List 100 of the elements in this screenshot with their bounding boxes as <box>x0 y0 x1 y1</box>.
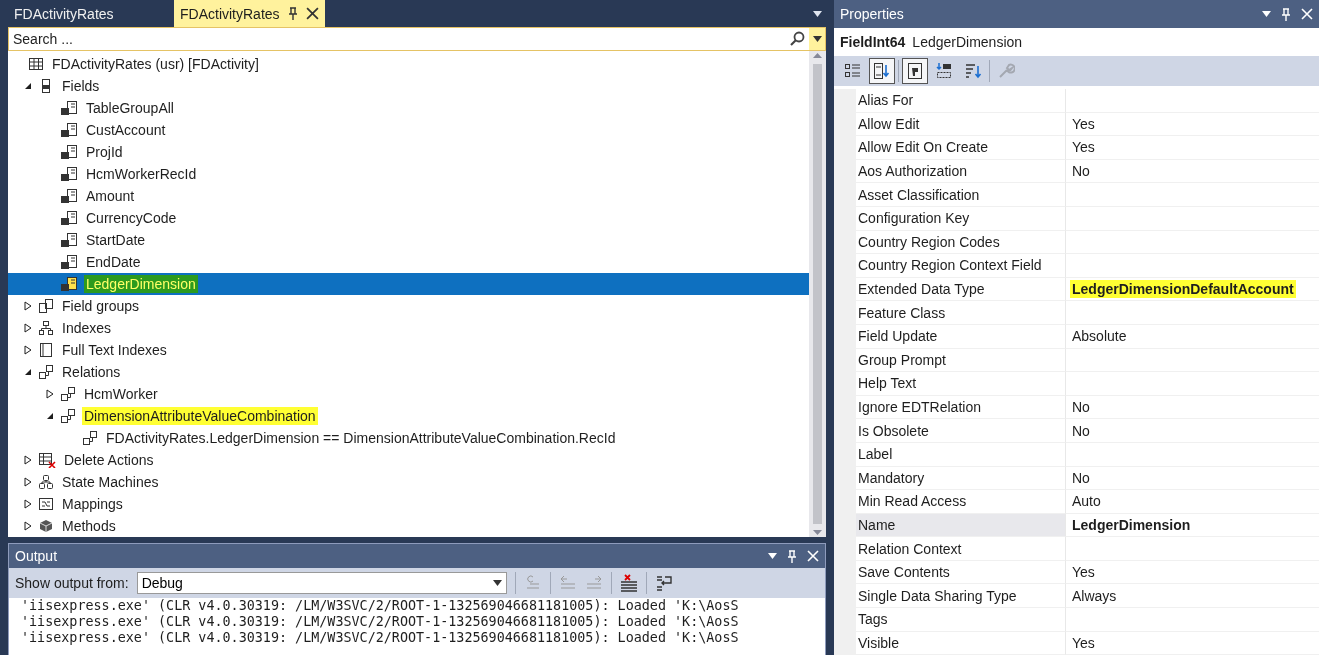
property-value[interactable]: Auto <box>1070 492 1103 511</box>
mapping-icon <box>38 496 54 512</box>
property-value[interactable]: Yes <box>1070 563 1097 582</box>
property-value[interactable]: No <box>1070 162 1092 181</box>
property-name[interactable]: Relation Context <box>856 537 1066 561</box>
property-name[interactable]: Alias For <box>856 89 1066 113</box>
collapsed-arrow-icon[interactable] <box>24 455 32 465</box>
close-icon[interactable] <box>305 7 319 20</box>
relation-icon <box>82 430 98 446</box>
expanded-arrow-icon[interactable] <box>24 368 32 376</box>
tree-item[interactable]: Methods <box>8 515 809 537</box>
expanded-arrow-icon[interactable] <box>46 412 54 420</box>
tree-item[interactable]: Amount <box>8 185 809 207</box>
property-value[interactable]: Absolute <box>1070 327 1129 346</box>
log-line: 'iisexpress.exe' (CLR v4.0.30319: /LM/W3SVC/2/ROOT-1-132569046681181005): Loaded 'K:\AosS <box>21 598 740 614</box>
collapsed-arrow-icon[interactable] <box>24 521 32 531</box>
object-name: LedgerDimension <box>912 34 1023 50</box>
collapsed-arrow-icon[interactable] <box>46 389 54 399</box>
property-name[interactable]: Name <box>856 513 1066 538</box>
tab-list-dropdown-icon[interactable] <box>813 10 822 17</box>
property-value[interactable]: Yes <box>1070 138 1097 157</box>
property-name[interactable]: Label <box>856 442 1066 467</box>
tree-item[interactable]: HcmWorker <box>8 383 809 405</box>
property-value[interactable]: No <box>1070 398 1092 416</box>
property-name[interactable]: Help Text <box>856 372 1066 396</box>
property-value[interactable]: LedgerDimensionDefaultAccount <box>1070 280 1296 299</box>
word-wrap-icon[interactable] <box>654 574 673 592</box>
field-icon <box>60 122 78 138</box>
tree-item[interactable]: FDActivityRates.LedgerDimension == DimensionAttributeValueCombination.RecId <box>8 427 809 449</box>
collapsed-arrow-icon[interactable] <box>24 345 32 355</box>
property-name[interactable]: Save Contents <box>856 560 1066 585</box>
tree-item[interactable]: CustAccount <box>8 119 809 141</box>
property-name[interactable]: Single Data Sharing Type <box>856 584 1066 609</box>
scroll-up-icon[interactable] <box>813 53 822 58</box>
property-name[interactable]: Country Region Codes <box>856 230 1066 255</box>
property-name[interactable]: Is Obsolete <box>856 419 1066 443</box>
property-value[interactable]: No <box>1070 421 1092 440</box>
hierarchy-icon <box>38 320 54 336</box>
scrollbar[interactable] <box>809 51 826 537</box>
property-value[interactable]: Always <box>1070 586 1119 605</box>
clear-all-icon[interactable] <box>619 574 638 592</box>
tree-item[interactable]: DimensionAttributeValueCombination <box>8 405 809 427</box>
property-name[interactable]: Mandatory <box>856 466 1066 491</box>
dropdown-icon[interactable] <box>1262 11 1271 17</box>
caret-icon[interactable] <box>492 580 502 586</box>
property-name[interactable]: Allow Edit On Create <box>856 136 1066 160</box>
tree-item[interactable]: Delete Actions <box>8 449 809 471</box>
property-name[interactable]: Configuration Key <box>856 206 1066 231</box>
panel-title: Output <box>15 548 58 564</box>
caret-icon[interactable] <box>812 36 822 42</box>
tree-item[interactable]: Full Text Indexes <box>8 339 809 361</box>
document-tab[interactable]: FDActivityRates <box>8 0 168 27</box>
tree-item[interactable]: State Machines <box>8 471 809 493</box>
tree-item[interactable]: Mappings <box>8 493 809 515</box>
property-value[interactable]: Yes <box>1070 633 1097 652</box>
property-name[interactable]: Min Read Access <box>856 490 1066 514</box>
tree-item[interactable]: TableGroupAll <box>8 97 809 119</box>
tree-item[interactable]: FDActivityRates (usr) [FDActivity] <box>8 53 809 75</box>
collapsed-arrow-icon[interactable] <box>24 477 32 487</box>
property-value[interactable]: Yes <box>1070 114 1097 133</box>
document-tab[interactable]: FDActivityRates <box>174 0 325 27</box>
tree-item[interactable]: CurrencyCode <box>8 207 809 229</box>
expanded-arrow-icon[interactable] <box>24 82 32 90</box>
tree-item[interactable]: Indexes <box>8 317 809 339</box>
tree-item[interactable]: Relations <box>8 361 809 383</box>
property-name[interactable]: Ignore EDTRelation <box>856 395 1066 420</box>
property-name[interactable]: Group Prompt <box>856 348 1066 373</box>
tree-item[interactable]: StartDate <box>8 229 809 251</box>
search-options-button[interactable] <box>809 28 825 50</box>
alphabetical-button[interactable] <box>869 58 895 84</box>
collapsed-arrow-icon[interactable] <box>24 301 32 311</box>
property-name[interactable]: Country Region Context Field <box>856 254 1066 278</box>
tree-item[interactable]: EndDate <box>8 251 809 273</box>
search-icon[interactable] <box>789 31 805 47</box>
list-arrow-icon <box>935 62 953 80</box>
collapsed-arrow-icon[interactable] <box>24 499 32 509</box>
output-source-select[interactable]: Debug <box>136 572 507 594</box>
property-value[interactable]: No <box>1070 468 1092 487</box>
scrollbar-thumb[interactable] <box>813 64 822 524</box>
tree-item[interactable]: Fields <box>8 75 809 97</box>
property-name[interactable]: Tags <box>856 608 1066 632</box>
tree-item[interactable]: Field groups <box>8 295 809 317</box>
properties-button[interactable] <box>902 58 928 84</box>
tree-item[interactable]: HcmWorkerRecId <box>8 163 809 185</box>
state-diagram-icon <box>38 474 54 490</box>
property-name[interactable]: Extended Data Type <box>856 277 1066 302</box>
property-value[interactable]: LedgerDimension <box>1070 516 1193 534</box>
property-name[interactable]: Aos Authorization <box>856 159 1066 184</box>
pin-icon[interactable] <box>287 7 298 20</box>
property-name[interactable]: Asset Classification <box>856 183 1066 207</box>
dropdown-icon[interactable] <box>768 553 777 559</box>
search-field[interactable]: Search ... <box>9 31 789 47</box>
search-box[interactable]: Search ... <box>8 27 826 51</box>
property-name[interactable]: Visible <box>856 631 1066 655</box>
collapsed-arrow-icon[interactable] <box>24 323 32 333</box>
property-name[interactable]: Allow Edit <box>856 112 1066 137</box>
scroll-down-icon[interactable] <box>813 530 822 535</box>
property-name[interactable]: Feature Class <box>856 301 1066 325</box>
property-name[interactable]: Field Update <box>856 324 1066 349</box>
tree-item[interactable]: ProjId <box>8 141 809 163</box>
